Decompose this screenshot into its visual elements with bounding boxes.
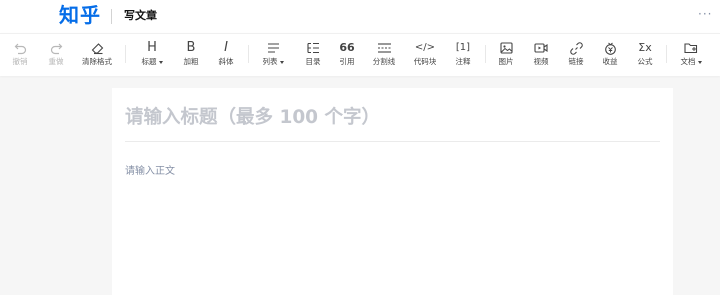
italic-button[interactable]: I 斜体 <box>215 34 237 77</box>
code-block-button[interactable]: </> 代码块 <box>412 34 438 77</box>
image-button[interactable]: 图片 <box>495 34 517 77</box>
title-input[interactable]: 请输入标题（最多 100 个字） <box>125 105 660 131</box>
chevron-down-icon <box>158 60 163 64</box>
image-icon <box>499 34 513 56</box>
zhihu-logo[interactable]: 知乎 <box>59 2 101 28</box>
document-button[interactable]: 文档 <box>676 34 706 77</box>
toolbar-separator <box>248 45 249 63</box>
earnings-button[interactable]: 收益 <box>599 34 621 77</box>
link-button[interactable]: 链接 <box>565 34 587 77</box>
annotation-icon: [1] <box>455 42 471 53</box>
toolbar-separator <box>485 45 486 63</box>
header-divider <box>111 9 112 24</box>
toolbar-separator <box>125 45 126 63</box>
document-icon <box>684 34 698 56</box>
body-input[interactable]: 请输入正文 <box>125 165 175 179</box>
list-icon <box>267 34 280 56</box>
code-icon: </> <box>414 42 436 53</box>
more-options-icon[interactable]: ··· <box>698 6 712 22</box>
heading-icon: H <box>147 40 157 55</box>
divider-button[interactable]: 分割线 <box>370 34 398 77</box>
page-title: 写文章 <box>124 9 157 22</box>
bold-button[interactable]: B 加粗 <box>180 34 202 77</box>
formula-button[interactable]: Σx 公式 <box>634 34 656 77</box>
toc-icon <box>306 34 320 56</box>
chevron-down-icon <box>697 60 702 64</box>
earnings-icon <box>604 34 617 56</box>
eraser-icon <box>91 34 104 56</box>
chevron-down-icon <box>279 60 284 64</box>
redo-icon <box>50 34 63 56</box>
clear-format-button[interactable]: 清除格式 <box>80 34 114 77</box>
list-button[interactable]: 列表 <box>258 34 288 77</box>
undo-button[interactable]: 撤销 <box>9 34 31 77</box>
top-header: 知乎 写文章 ··· <box>0 0 720 33</box>
heading-button[interactable]: H 标题 <box>137 34 167 77</box>
toc-button[interactable]: 目录 <box>302 34 324 77</box>
italic-icon: I <box>224 40 228 55</box>
link-icon <box>569 34 583 56</box>
toolbar-separator <box>666 45 667 63</box>
video-button[interactable]: 视频 <box>530 34 552 77</box>
quote-button[interactable]: 66 引用 <box>336 34 358 77</box>
video-icon <box>534 34 548 56</box>
annotation-button[interactable]: [1] 注释 <box>452 34 474 77</box>
editor-panel: 请输入标题（最多 100 个字） 请输入正文 <box>112 88 673 295</box>
editor-toolbar: 撤销 重做 清除格式 H 标题 B 加粗 I 斜体 列表 目录 66 引用 分割… <box>0 33 720 76</box>
undo-icon <box>14 34 27 56</box>
redo-button[interactable]: 重做 <box>45 34 67 77</box>
formula-icon: Σx <box>638 41 652 54</box>
divider-icon <box>377 34 392 56</box>
bold-icon: B <box>186 40 196 55</box>
quote-icon: 66 <box>339 41 355 54</box>
title-divider <box>125 141 660 142</box>
